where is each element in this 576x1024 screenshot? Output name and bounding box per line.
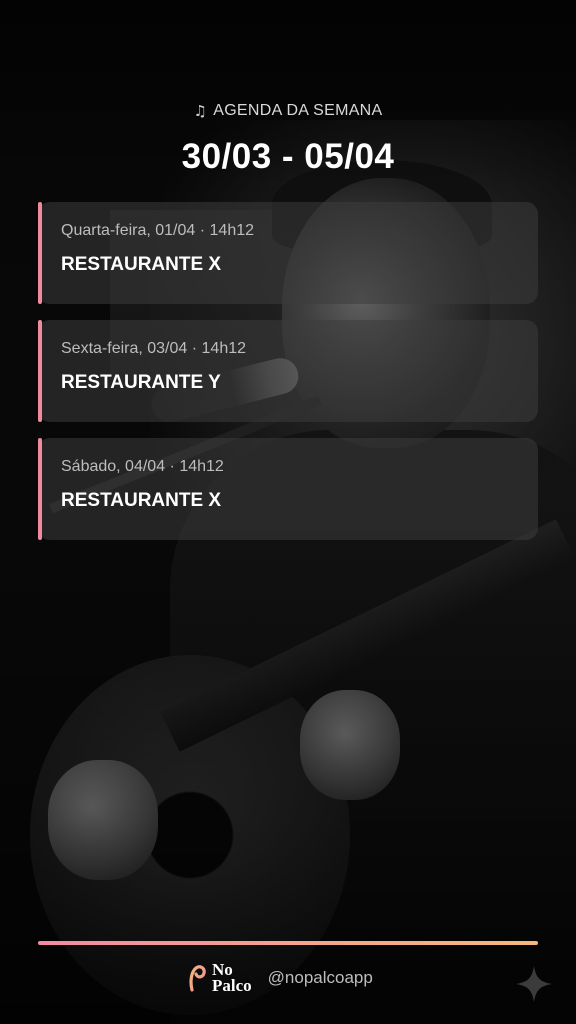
event-date: Sábado, 04/04 · 14h12 xyxy=(61,458,224,475)
accent-bar xyxy=(38,438,42,540)
logo-wordmark: No Palco xyxy=(212,961,252,995)
event-card[interactable]: Sábado, 04/04 · 14h12 RESTAURANTE X xyxy=(38,438,538,540)
sparkle-icon xyxy=(514,964,554,1004)
logo-line-2: Palco xyxy=(212,976,252,995)
music-note-icon: ♫ xyxy=(193,102,208,120)
event-card[interactable]: Quarta-feira, 01/04 · 14h12 RESTAURANTE … xyxy=(38,202,538,304)
header: ♫ AGENDA DA SEMANA 30/03 - 05/04 xyxy=(0,102,576,177)
event-venue: RESTAURANTE Y xyxy=(61,372,221,393)
footer: No Palco @nopalcoapp xyxy=(188,961,373,995)
section-eyebrow: ♫ AGENDA DA SEMANA xyxy=(193,102,382,120)
event-date: Quarta-feira, 01/04 · 14h12 xyxy=(61,222,255,239)
nopalco-logo-icon xyxy=(188,964,208,992)
eyebrow-label: AGENDA DA SEMANA xyxy=(213,102,383,119)
event-date: Sexta-feira, 03/04 · 14h12 xyxy=(61,340,247,357)
event-list: Quarta-feira, 01/04 · 14h12 RESTAURANTE … xyxy=(38,202,538,556)
event-venue: RESTAURANTE X xyxy=(61,490,222,511)
accent-bar xyxy=(38,202,42,304)
event-card[interactable]: Sexta-feira, 03/04 · 14h12 RESTAURANTE Y xyxy=(38,320,538,422)
social-handle[interactable]: @nopalcoapp xyxy=(268,968,373,988)
week-range: 30/03 - 05/04 xyxy=(181,137,395,176)
accent-bar xyxy=(38,320,42,422)
nopalco-logo[interactable]: No Palco xyxy=(188,961,252,995)
gradient-divider xyxy=(38,941,538,945)
event-venue: RESTAURANTE X xyxy=(61,254,222,275)
